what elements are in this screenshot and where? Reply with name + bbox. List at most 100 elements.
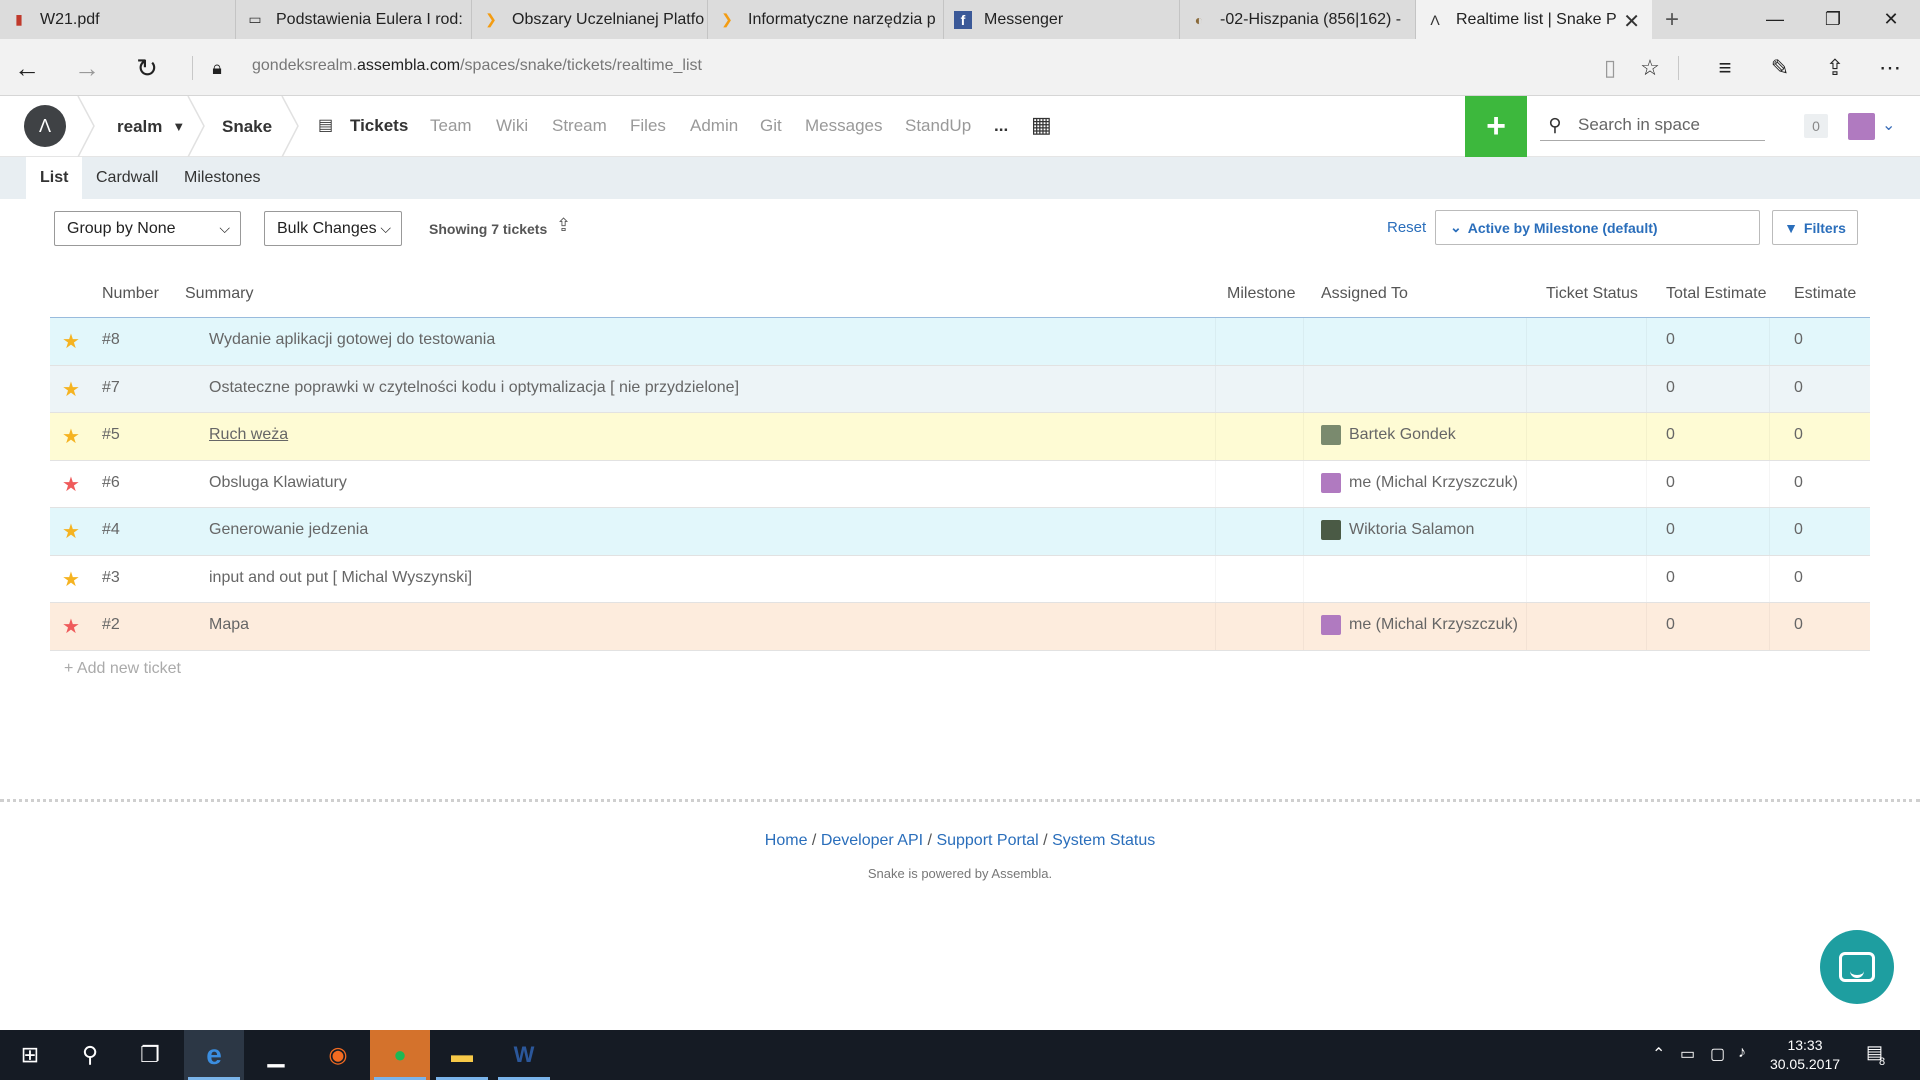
priority-star-icon[interactable]: ★ [62, 329, 80, 354]
word-icon[interactable]: W [494, 1030, 554, 1080]
ticket-number[interactable]: #2 [102, 616, 120, 634]
refresh-icon[interactable]: ↻ [130, 51, 164, 85]
browser-tab[interactable]: ◐ -02-Hiszpania (856|162) - [1180, 0, 1416, 39]
browser-tab[interactable]: ❯ Obszary Uczelnianej Platfo [472, 0, 708, 39]
ticket-summary[interactable]: Wydanie aplikacji gotowej do testowania [209, 331, 495, 349]
network-icon[interactable]: ▢ [1710, 1044, 1725, 1064]
maximize-icon[interactable]: ❐ [1804, 0, 1862, 39]
total-estimate[interactable]: 0 [1666, 616, 1675, 634]
priority-star-icon[interactable]: ★ [62, 472, 80, 497]
browser-tab[interactable]: ❯ Informatyczne narzędzia p [708, 0, 944, 39]
footer-link-system-status[interactable]: System Status [1052, 832, 1155, 849]
browser-tab[interactable]: f Messenger [944, 0, 1180, 39]
filters-button[interactable]: ▼ Filters [1772, 210, 1858, 245]
share-icon[interactable]: ⇪ [1818, 51, 1852, 85]
table-row[interactable]: ★ #4 Generowanie jedzenia Wiktoria Salamon 0… [50, 508, 1870, 556]
new-tab-icon[interactable]: + [1652, 0, 1692, 39]
estimate[interactable]: 0 [1794, 331, 1803, 349]
more-icon[interactable]: ⋯ [1873, 51, 1907, 85]
spotify-icon[interactable]: ● [370, 1030, 430, 1080]
assignee[interactable]: me (Michal Krzyszczuk) [1321, 472, 1518, 493]
milestone-filter-dropdown[interactable]: ⌄ Active by Milestone (default) [1435, 210, 1760, 245]
nav-stream[interactable]: Stream [552, 116, 607, 136]
bulk-changes-dropdown[interactable]: Bulk Changes ⌵ [264, 211, 402, 246]
estimate[interactable]: 0 [1794, 569, 1803, 587]
table-row[interactable]: ★ #6 Obsluga Klawiatury me (Michal Krzyszcz… [50, 460, 1870, 508]
battery-icon[interactable]: ▭ [1680, 1044, 1695, 1064]
nav-more[interactable]: ... [994, 116, 1008, 136]
table-row[interactable]: ★ #7 Ostateczne poprawki w czytelności kod… [50, 365, 1870, 413]
total-estimate[interactable]: 0 [1666, 426, 1675, 444]
add-new-ticket-link[interactable]: + Add new ticket [64, 660, 181, 678]
system-clock[interactable]: 13:33 30.05.2017 [1760, 1036, 1850, 1074]
nav-admin[interactable]: Admin [690, 116, 738, 136]
assembla-logo[interactable]: Λ [24, 105, 66, 147]
total-estimate[interactable]: 0 [1666, 474, 1675, 492]
ticket-number[interactable]: #8 [102, 331, 120, 349]
ticket-summary[interactable]: Ruch weża [209, 426, 288, 444]
ticket-number[interactable]: #6 [102, 474, 120, 492]
windows-start-icon[interactable]: ⊞ [0, 1030, 60, 1080]
ticket-summary[interactable]: Generowanie jedzenia [209, 521, 368, 539]
estimate[interactable]: 0 [1794, 521, 1803, 539]
nav-messages[interactable]: Messages [805, 116, 882, 136]
nav-tickets[interactable]: Tickets [350, 116, 408, 136]
close-tab-icon[interactable]: ✕ [1623, 9, 1640, 34]
show-hidden-icons-icon[interactable]: ⌃ [1652, 1044, 1665, 1064]
table-row[interactable]: ★ #5 Ruch weża Bartek Gondek 0 0 [50, 413, 1870, 461]
user-avatar[interactable] [1848, 113, 1875, 140]
org-switcher[interactable]: realm ▼ [117, 96, 185, 157]
hub-icon[interactable]: ≡ [1708, 51, 1742, 85]
browser-tab[interactable]: Λ Realtime list | Snake P ✕ [1416, 0, 1652, 39]
column-header-ticket-status[interactable]: Ticket Status [1546, 285, 1638, 303]
total-estimate[interactable]: 0 [1666, 331, 1675, 349]
origin-icon[interactable]: ◉ [308, 1030, 368, 1080]
ticket-summary[interactable]: Mapa [209, 616, 249, 634]
ticket-summary[interactable]: Obsluga Klawiatury [209, 474, 347, 492]
ticket-number[interactable]: #5 [102, 426, 120, 444]
ticket-number[interactable]: #3 [102, 569, 120, 587]
edge-browser-icon[interactable]: e [184, 1030, 244, 1080]
tab-cardwall[interactable]: Cardwall [82, 157, 172, 199]
space-name[interactable]: Snake [222, 96, 272, 157]
priority-star-icon[interactable]: ★ [62, 567, 80, 592]
estimate[interactable]: 0 [1794, 616, 1803, 634]
tab-milestones[interactable]: Milestones [170, 157, 274, 199]
footer-link-support-portal[interactable]: Support Portal [936, 832, 1038, 849]
export-icon[interactable]: ⇪ [556, 215, 578, 237]
nav-wiki[interactable]: Wiki [496, 116, 528, 136]
column-header-milestone[interactable]: Milestone [1227, 285, 1295, 303]
nav-git[interactable]: Git [760, 116, 782, 136]
column-header-assigned-to[interactable]: Assigned To [1321, 285, 1408, 303]
assignee[interactable]: me (Michal Krzyszczuk) [1321, 615, 1518, 635]
browser-tab[interactable]: ▭ Podstawienia Eulera I rod: [236, 0, 472, 39]
reset-link[interactable]: Reset [1387, 219, 1426, 236]
search-input[interactable] [1578, 115, 1758, 135]
web-note-icon[interactable]: ✎ [1763, 51, 1797, 85]
priority-star-icon[interactable]: ★ [62, 424, 80, 449]
search-box[interactable]: ⚲ [1540, 110, 1765, 141]
nav-team[interactable]: Team [430, 116, 472, 136]
table-row[interactable]: ★ #8 Wydanie aplikacji gotowej do testowan… [50, 318, 1870, 366]
url-field[interactable]: gondeksrealm.assembla.com/spaces/snake/t… [252, 57, 702, 75]
priority-star-icon[interactable]: ★ [62, 519, 80, 544]
total-estimate[interactable]: 0 [1666, 569, 1675, 587]
ticket-number[interactable]: #4 [102, 521, 120, 539]
minimize-icon[interactable]: — [1746, 0, 1804, 39]
create-button[interactable]: + [1465, 96, 1527, 157]
column-header-total-estimate[interactable]: Total Estimate [1666, 285, 1766, 303]
estimate[interactable]: 0 [1794, 379, 1803, 397]
column-header-number[interactable]: Number [102, 285, 159, 303]
estimate[interactable]: 0 [1794, 426, 1803, 444]
nav-standup[interactable]: StandUp [905, 116, 971, 136]
column-header-summary[interactable]: Summary [185, 285, 253, 303]
estimate[interactable]: 0 [1794, 474, 1803, 492]
back-icon[interactable]: ← [10, 51, 44, 85]
chevron-down-icon[interactable]: ⌄ [1882, 115, 1895, 135]
total-estimate[interactable]: 0 [1666, 379, 1675, 397]
file-explorer-icon[interactable]: ▬ [432, 1030, 492, 1080]
reading-view-icon[interactable]: ▯ [1593, 51, 1627, 85]
table-row[interactable]: ★ #3 input and out put [ Michal Wyszynski]… [50, 555, 1870, 603]
nav-files[interactable]: Files [630, 116, 666, 136]
search-icon[interactable]: ⚲ [60, 1030, 120, 1080]
